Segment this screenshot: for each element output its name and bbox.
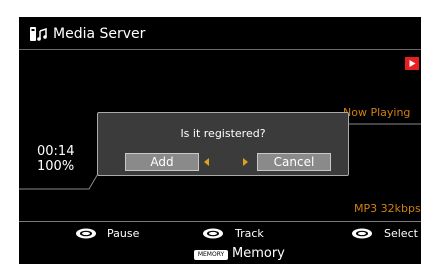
pause-knob-icon [75,228,97,239]
arrow-left-icon [204,158,209,166]
select-knob-icon [351,228,373,239]
arrow-right-icon [243,158,248,166]
dialog-question: Is it registered? [180,127,266,140]
memory-hint: Memory [232,246,285,261]
track-knob-icon [202,228,224,239]
add-button[interactable]: Add [125,153,199,171]
progress-percent: 100% [37,159,75,174]
memory-button-icon: MEMORY [194,250,228,260]
elapsed-time: 00:14 [37,144,75,159]
cancel-button[interactable]: Cancel [257,153,331,171]
media-server-screen: Media Server Now Playing 00:14 100% MP3 … [19,17,421,264]
select-hint: Select [384,227,418,240]
pause-hint: Pause [107,227,140,240]
register-dialog: Is it registered? Add Cancel [97,112,349,176]
bitrate-label: MP3 32kbps [354,202,421,215]
footer-divider [19,221,421,222]
track-hint: Track [235,227,264,240]
